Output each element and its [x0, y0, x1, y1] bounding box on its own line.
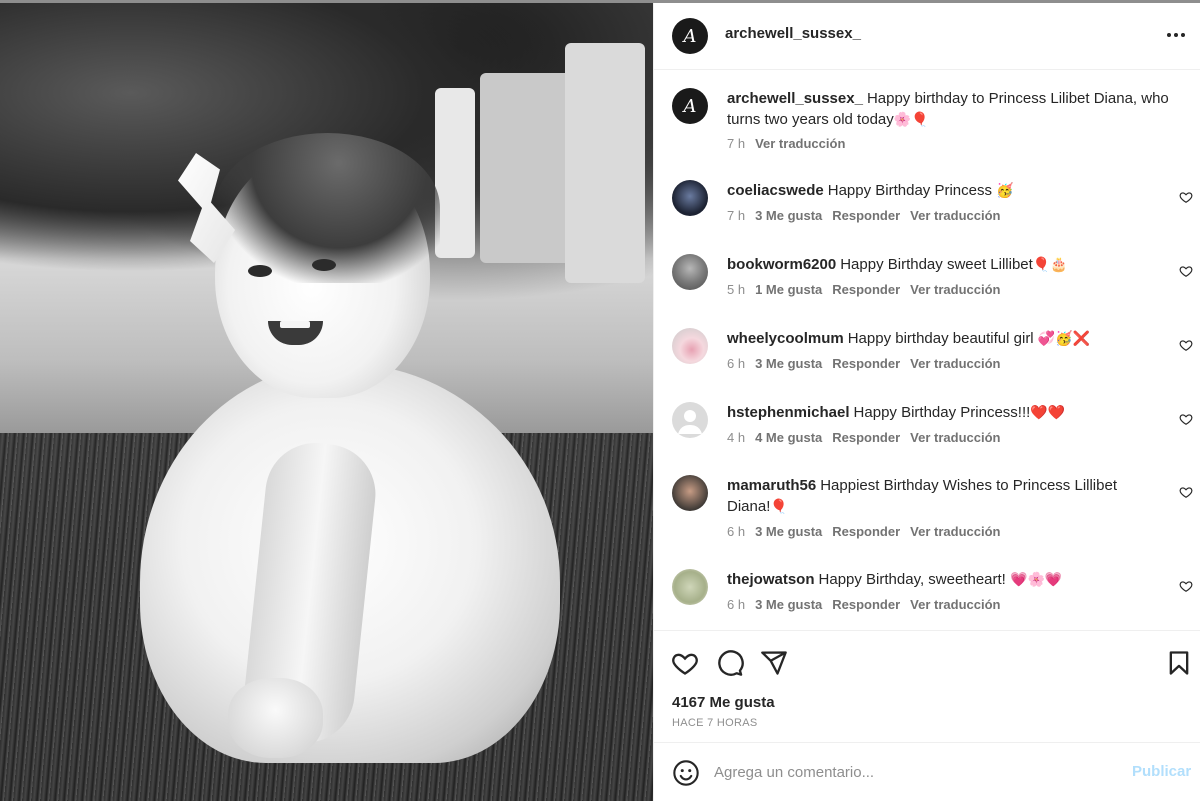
caption-emoji: 🌸🎈: [893, 112, 929, 128]
post-timestamp: HACE 7 HORAS: [672, 717, 758, 729]
post-actions: 4167 Me gusta HACE 7 HORAS: [654, 630, 1200, 742]
comment-text: hstephenmichael Happy Birthday Princess!!…: [727, 404, 1066, 421]
comment-input[interactable]: [714, 755, 1109, 789]
comment-likes[interactable]: 1 Me gusta: [755, 282, 822, 297]
caption-translate-link[interactable]: Ver traducción: [755, 136, 845, 151]
reply-button[interactable]: Responder: [832, 524, 900, 539]
translate-link[interactable]: Ver traducción: [910, 282, 1000, 297]
comment-meta: 6 h3 Me gusta Responder Ver traducción: [727, 524, 1001, 539]
post-side-panel: A archewell_sussex_ A archewell_sussex_ H…: [653, 3, 1200, 801]
heart-icon[interactable]: [1179, 190, 1193, 204]
caption-avatar[interactable]: A: [672, 88, 708, 124]
commenter-username[interactable]: coeliacswede: [727, 182, 824, 199]
heart-icon[interactable]: [1179, 485, 1193, 499]
post-header: A archewell_sussex_: [654, 3, 1200, 70]
more-options-icon[interactable]: [1164, 23, 1188, 47]
comment-meta: 6 h3 Me gusta Responder Ver traducción: [727, 356, 1001, 371]
translate-link[interactable]: Ver traducción: [910, 356, 1000, 371]
commenter-avatar[interactable]: [672, 569, 708, 605]
heart-icon[interactable]: [1179, 579, 1193, 593]
commenter-username[interactable]: wheelycoolmum: [727, 330, 844, 347]
translate-link[interactable]: Ver traducción: [910, 597, 1000, 612]
publish-button[interactable]: Publicar: [1132, 763, 1191, 780]
caption-meta: 7 h Ver traducción: [727, 136, 845, 151]
add-comment-bar: Publicar: [654, 742, 1200, 801]
translate-link[interactable]: Ver traducción: [910, 208, 1000, 223]
author-avatar[interactable]: A: [672, 18, 708, 54]
emoji-icon[interactable]: [672, 759, 700, 787]
comment-likes[interactable]: 3 Me gusta: [755, 524, 822, 539]
default-avatar-icon: [678, 410, 702, 434]
commenter-username[interactable]: thejowatson: [727, 571, 815, 588]
heart-icon[interactable]: [1179, 264, 1193, 278]
heart-icon[interactable]: [1179, 338, 1193, 352]
comment-meta: 6 h3 Me gusta Responder Ver traducción: [727, 597, 1001, 612]
commenter-username[interactable]: bookworm6200: [727, 256, 836, 273]
reply-button[interactable]: Responder: [832, 208, 900, 223]
reply-button[interactable]: Responder: [832, 356, 900, 371]
like-heart-icon[interactable]: [671, 649, 699, 677]
comment-likes[interactable]: 4 Me gusta: [755, 430, 822, 445]
translate-link[interactable]: Ver traducción: [910, 524, 1000, 539]
commenter-avatar[interactable]: [672, 475, 708, 511]
reply-button[interactable]: Responder: [832, 597, 900, 612]
commenter-avatar[interactable]: [672, 254, 708, 290]
commenter-username[interactable]: mamaruth56: [727, 477, 816, 494]
comment-likes[interactable]: 3 Me gusta: [755, 597, 822, 612]
author-username[interactable]: archewell_sussex_: [725, 25, 861, 42]
comment-likes[interactable]: 3 Me gusta: [755, 356, 822, 371]
caption-text: archewell_sussex_ Happy birthday to Princ…: [727, 90, 1169, 128]
commenter-avatar[interactable]: [672, 402, 708, 438]
comment-likes[interactable]: 3 Me gusta: [755, 208, 822, 223]
share-send-icon[interactable]: [760, 649, 788, 677]
likes-count[interactable]: 4167 Me gusta: [672, 694, 775, 711]
commenter-avatar[interactable]: [672, 328, 708, 364]
comment-text: bookworm6200 Happy Birthday sweet Lillibe…: [727, 256, 1068, 273]
commenter-avatar[interactable]: [672, 180, 708, 216]
bookmark-icon[interactable]: [1165, 649, 1193, 677]
caption-username[interactable]: archewell_sussex_: [727, 90, 863, 107]
comment-meta: 4 h4 Me gusta Responder Ver traducción: [727, 430, 1001, 445]
reply-button[interactable]: Responder: [832, 430, 900, 445]
comment-bubble-icon[interactable]: [716, 649, 744, 677]
reply-button[interactable]: Responder: [832, 282, 900, 297]
comment-meta: 7 h3 Me gusta Responder Ver traducción: [727, 208, 1001, 223]
comment-text: coeliacswede Happy Birthday Princess 🥳: [727, 182, 1014, 199]
translate-link[interactable]: Ver traducción: [910, 430, 1000, 445]
commenter-username[interactable]: hstephenmichael: [727, 404, 850, 421]
top-border: [0, 0, 1200, 3]
comment-text: wheelycoolmum Happy birthday beautiful gi…: [727, 330, 1091, 347]
caption-time: 7 h: [727, 136, 746, 151]
instagram-post-window: A archewell_sussex_ A archewell_sussex_ H…: [0, 0, 1200, 801]
heart-icon[interactable]: [1179, 412, 1193, 426]
comment-text: mamaruth56 Happiest Birthday Wishes to Pr…: [727, 477, 1117, 515]
comment-text: thejowatson Happy Birthday, sweetheart! 💗…: [727, 571, 1063, 588]
post-photo[interactable]: [0, 3, 653, 801]
comment-meta: 5 h1 Me gusta Responder Ver traducción: [727, 282, 1001, 297]
